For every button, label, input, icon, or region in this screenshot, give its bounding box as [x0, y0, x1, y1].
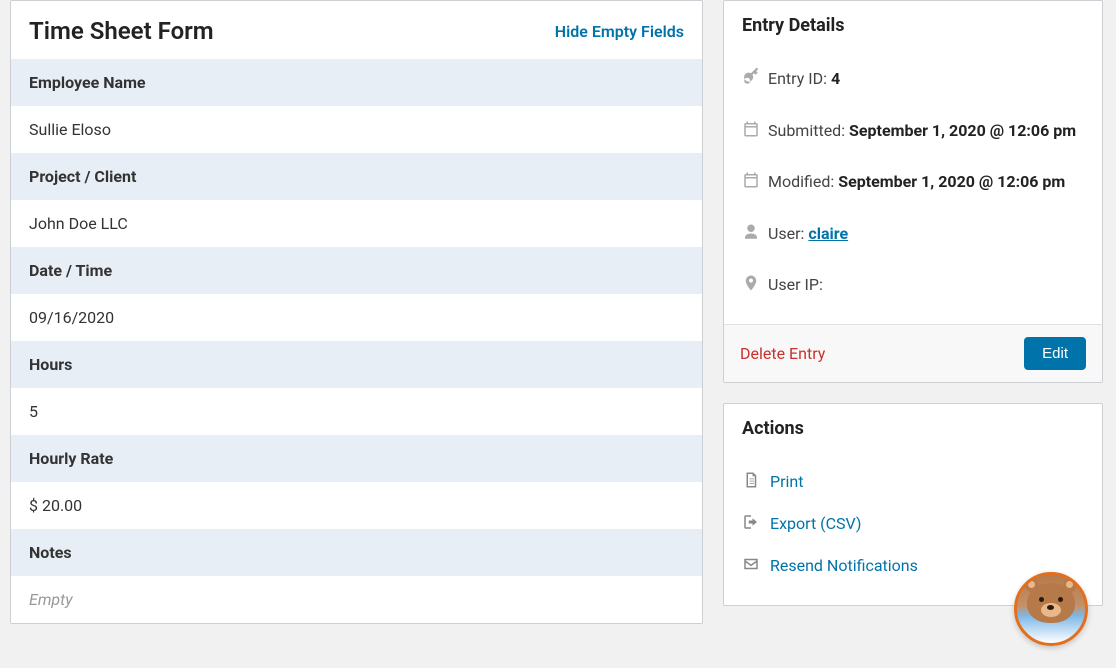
- modified-label: Modified:: [768, 172, 838, 191]
- user-icon: [742, 223, 768, 249]
- document-icon: [742, 471, 770, 493]
- entry-id-value: 4: [831, 69, 840, 88]
- resend-label: Resend Notifications: [770, 556, 918, 575]
- user-ip-row: User IP:: [742, 260, 1084, 312]
- panel-header: Entry Details: [724, 1, 1102, 48]
- actions-title: Actions: [742, 418, 1084, 439]
- print-label: Print: [770, 472, 803, 491]
- modified-row: Modified: September 1, 2020 @ 12:06 pm: [742, 157, 1084, 209]
- field-label: Hours: [11, 341, 702, 388]
- field-value: John Doe LLC: [11, 200, 702, 247]
- user-ip-label: User IP:: [768, 275, 823, 294]
- field-value: Sullie Eloso: [11, 106, 702, 153]
- user-label: User:: [768, 224, 808, 243]
- edit-button[interactable]: Edit: [1024, 337, 1086, 370]
- export-icon: [742, 513, 770, 535]
- calendar-icon: [742, 120, 768, 146]
- modified-value: September 1, 2020 @ 12:06 pm: [838, 172, 1065, 191]
- key-icon: [742, 68, 768, 94]
- location-icon: [742, 274, 768, 300]
- field-label: Employee Name: [11, 59, 702, 106]
- delete-entry-link[interactable]: Delete Entry: [740, 344, 825, 363]
- form-title: Time Sheet Form: [29, 17, 214, 45]
- submitted-row: Submitted: September 1, 2020 @ 12:06 pm: [742, 106, 1084, 158]
- field-label: Date / Time: [11, 247, 702, 294]
- user-link[interactable]: claire: [808, 224, 848, 243]
- submitted-value: September 1, 2020 @ 12:06 pm: [849, 121, 1076, 140]
- field-value: Empty: [11, 576, 702, 623]
- submitted-label: Submitted:: [768, 121, 849, 140]
- entry-details-title: Entry Details: [742, 15, 1084, 36]
- export-label: Export (CSV): [770, 514, 861, 533]
- hide-empty-fields-link[interactable]: Hide Empty Fields: [555, 22, 684, 41]
- field-label: Project / Client: [11, 153, 702, 200]
- panel-header: Actions: [724, 404, 1102, 451]
- field-label: Notes: [11, 529, 702, 576]
- form-entry-panel: Time Sheet Form Hide Empty Fields Employ…: [10, 0, 703, 624]
- field-value: 5: [11, 388, 702, 435]
- field-value: $ 20.00: [11, 482, 702, 529]
- field-value: 09/16/2020: [11, 294, 702, 341]
- entry-id-label: Entry ID:: [768, 69, 831, 88]
- help-widget-avatar[interactable]: [1014, 572, 1088, 646]
- entry-details-panel: Entry Details Entry ID: 4 Submit: [723, 0, 1103, 383]
- user-row: User: claire: [742, 209, 1084, 261]
- field-label: Hourly Rate: [11, 435, 702, 482]
- export-csv-action[interactable]: Export (CSV): [742, 503, 1084, 545]
- entry-id-row: Entry ID: 4: [742, 54, 1084, 106]
- bear-mascot-icon: [1027, 583, 1075, 623]
- mail-icon: [742, 555, 770, 577]
- calendar-icon: [742, 171, 768, 197]
- print-action[interactable]: Print: [742, 461, 1084, 503]
- panel-header: Time Sheet Form Hide Empty Fields: [11, 1, 702, 59]
- entry-details-footer: Delete Entry Edit: [724, 324, 1102, 382]
